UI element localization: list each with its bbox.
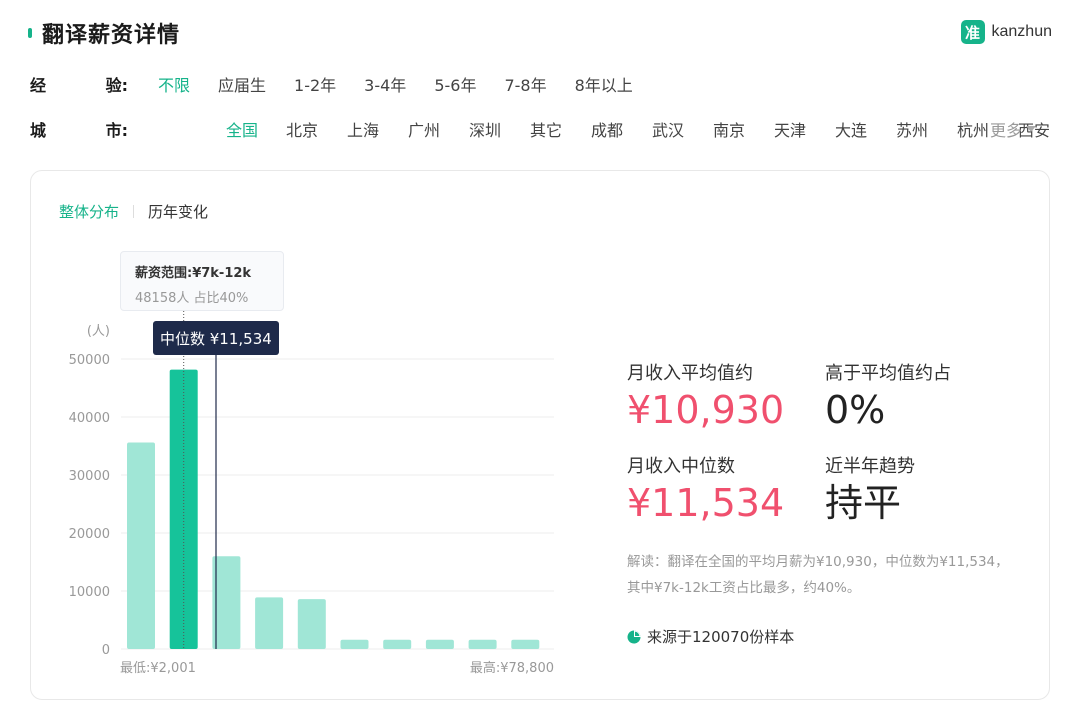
median-value: ¥11,534 [627, 481, 785, 525]
city-option[interactable]: 武汉 [652, 117, 684, 141]
histogram-bar [127, 442, 155, 649]
y-tick-label: 40000 [69, 411, 110, 426]
city-filter-label: 城市: [30, 121, 128, 140]
experience-filter-label: 经验: [30, 76, 128, 95]
histogram-bar [255, 597, 284, 649]
city-filter: 城市: 全国 北京 上海 广州 深圳 其它 成都 武汉 南京 天津 大连 苏州 杭州 西安 [30, 117, 1050, 141]
city-option[interactable]: 广州 [408, 117, 440, 141]
x-min-label: 最低:¥2,001 [120, 661, 196, 676]
y-axis-label: (人) [87, 324, 110, 339]
city-option[interactable]: 苏州 [896, 117, 928, 141]
histogram-bar [468, 639, 497, 649]
avg-label: 月收入平均值约 [627, 363, 753, 384]
city-option[interactable]: 北京 [286, 117, 318, 141]
city-option[interactable]: 南京 [713, 117, 745, 141]
histogram-bar [297, 599, 326, 649]
histogram-bar [425, 639, 454, 649]
experience-option[interactable]: 5-6年 [434, 72, 476, 96]
city-option[interactable]: 全国 [226, 117, 258, 141]
title-bar: 翻译薪资详情 [28, 18, 180, 48]
experience-options: 不限 应届生 1-2年 3-4年 5-6年 7-8年 8年以上 [158, 72, 661, 96]
chart-tooltip: 薪资范围:¥7k-12k 48158人 占比40% [120, 251, 284, 311]
tooltip-sub: 48158人 占比40% [135, 291, 249, 306]
trend-value: 持平 [825, 481, 902, 525]
page-title: 翻译薪资详情 [42, 23, 181, 48]
tooltip-title: 薪资范围:¥7k-12k [135, 266, 252, 281]
experience-filter: 经验: 不限 应届生 1-2年 3-4年 5-6年 7-8年 8年以上 [30, 72, 661, 96]
stat-average: 月收入平均值约 ¥10,930 [627, 359, 784, 433]
interpretation-note: 解读：翻译在全国的平均月薪为¥10,930，中位数为¥11,534，其中¥7k-… [627, 554, 1009, 596]
stat-above-average: 高于平均值约占 0% [825, 359, 951, 433]
more-label: 更多 [990, 121, 1023, 140]
pie-chart-icon [627, 630, 641, 643]
city-option[interactable]: 深圳 [469, 117, 501, 141]
histogram-bar [383, 639, 412, 649]
experience-option[interactable]: 3-4年 [364, 72, 406, 96]
stat-median: 月收入中位数 ¥11,534 [627, 452, 784, 526]
caret-down-icon [1026, 126, 1037, 132]
sample-source: 来源于120070份样本 [627, 626, 794, 647]
source-text: 来源于120070份样本 [647, 628, 795, 646]
city-option[interactable]: 上海 [347, 117, 379, 141]
y-tick-label: 20000 [69, 527, 110, 542]
histogram-bar [511, 639, 540, 649]
above-value: 0% [825, 388, 886, 432]
y-tick-label: 0 [102, 643, 110, 658]
city-option[interactable]: 杭州 [957, 117, 989, 141]
more-cities-button[interactable]: 更多 [990, 117, 1037, 141]
experience-option[interactable]: 1-2年 [294, 72, 336, 96]
y-tick-label: 30000 [69, 469, 110, 484]
experience-option[interactable]: 应届生 [218, 72, 266, 96]
x-max-label: 最高:¥78,800 [470, 660, 554, 676]
title-accent-mark [28, 28, 32, 38]
salary-distribution-card: 整体分布 历年变化 0 10000 20000 30000 40000 50000 (人) 最… [30, 170, 1050, 700]
city-option[interactable]: 成都 [591, 117, 623, 141]
above-label: 高于平均值约占 [825, 363, 951, 384]
histogram-bar [340, 639, 369, 649]
median-marker-label: 中位数 ¥11,534 [153, 321, 279, 355]
median-label: 月收入中位数 [627, 456, 735, 477]
experience-option[interactable]: 8年以上 [575, 72, 633, 96]
city-option[interactable]: 其它 [530, 117, 562, 141]
brand[interactable]: 准 kanzhun [960, 18, 1053, 46]
avg-value: ¥10,930 [627, 388, 785, 432]
city-option[interactable]: 大连 [835, 117, 867, 141]
experience-option[interactable]: 7-8年 [504, 72, 546, 96]
experience-option[interactable]: 不限 [158, 72, 190, 96]
salary-histogram: 0 10000 20000 30000 40000 50000 (人) 最低:¥2,001 最高… [69, 311, 554, 676]
trend-label: 近半年趋势 [825, 456, 915, 477]
stat-trend: 近半年趋势 持平 [825, 452, 915, 526]
city-option[interactable]: 天津 [774, 117, 806, 141]
kanzhun-logo-icon: 准 [960, 20, 985, 44]
y-tick-label: 10000 [69, 585, 110, 600]
y-tick-label: 50000 [69, 353, 110, 368]
brand-name: kanzhun [991, 23, 1053, 40]
